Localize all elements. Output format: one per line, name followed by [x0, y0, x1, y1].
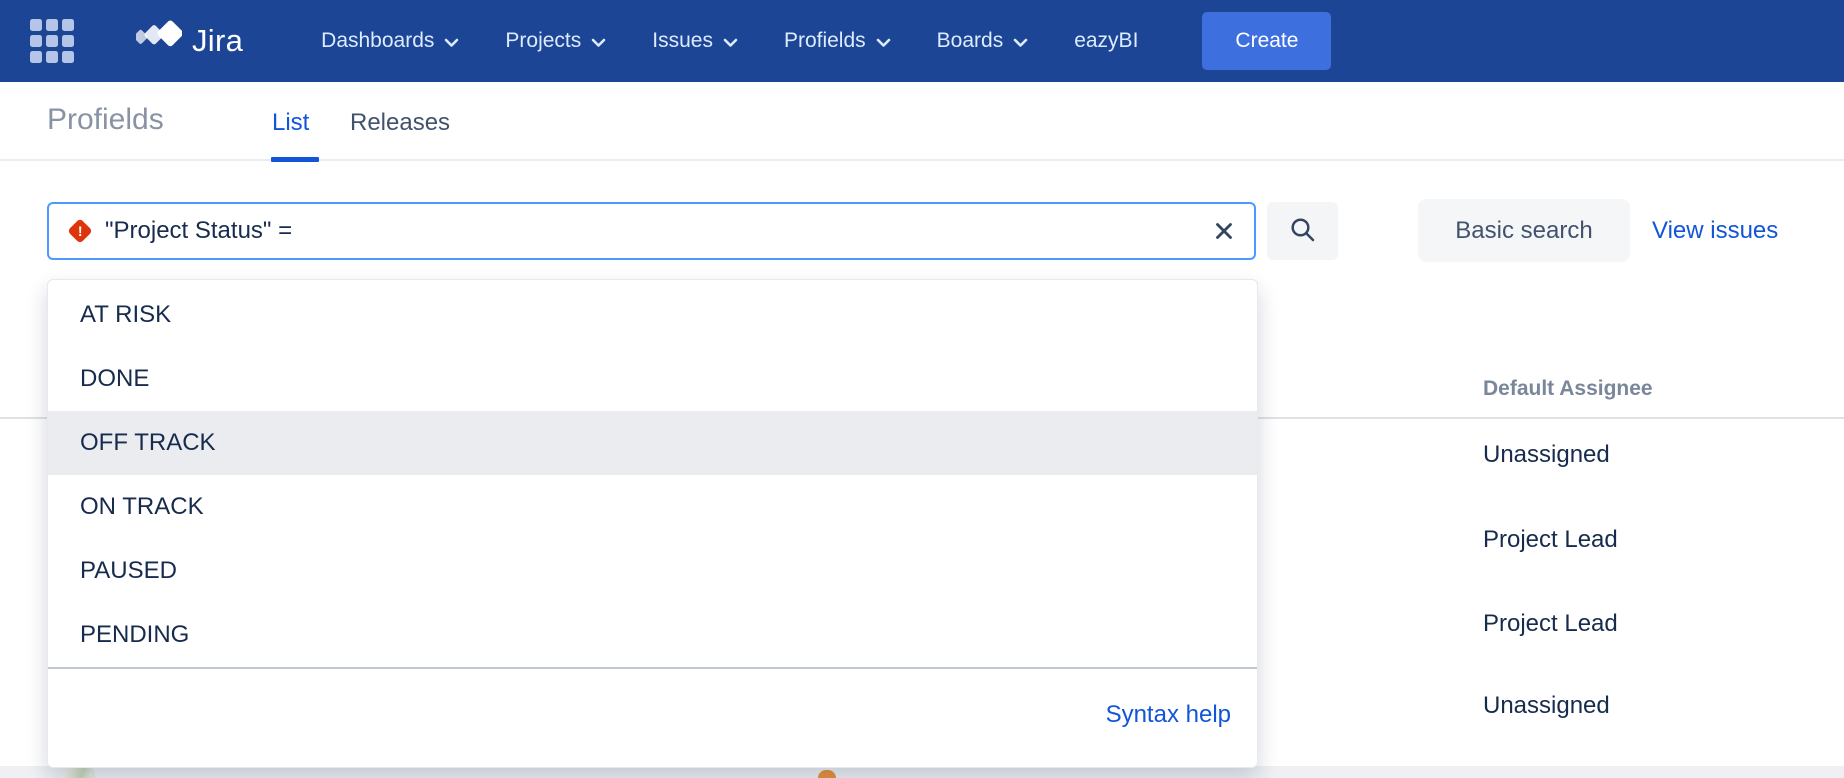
view-issues-link[interactable]: View issues: [1652, 217, 1778, 245]
column-header-default-assignee: Default Assignee: [1483, 377, 1653, 400]
search-icon: [1289, 216, 1316, 246]
table-cell-default-assignee: Project Lead: [1483, 526, 1618, 553]
page: Jira Dashboards Projects Issues Profield…: [0, 0, 1844, 778]
jira-mark-icon: [133, 16, 184, 67]
nav-menu: Dashboards Projects Issues Profields Boa…: [321, 29, 1138, 53]
jql-search-input[interactable]: [105, 217, 1194, 245]
search-button[interactable]: [1267, 202, 1338, 260]
clear-icon[interactable]: [1210, 217, 1238, 245]
dropdown-option-on-track[interactable]: ON TRACK: [48, 475, 1257, 539]
brand-name: Jira: [192, 23, 244, 58]
chevron-down-icon: [591, 35, 606, 48]
basic-search-button[interactable]: Basic search: [1418, 199, 1630, 262]
page-title: Profields: [47, 103, 164, 136]
dropdown-option-pending[interactable]: PENDING: [48, 603, 1257, 667]
dropdown-option-done[interactable]: DONE: [48, 347, 1257, 411]
autocomplete-dropdown: AT RISK DONE OFF TRACK ON TRACK PAUSED P…: [47, 279, 1258, 768]
chevron-down-icon: [1013, 35, 1028, 48]
error-icon: !: [67, 218, 93, 244]
dropdown-option-paused[interactable]: PAUSED: [48, 539, 1257, 603]
table-cell-default-assignee: Unassigned: [1483, 692, 1610, 719]
tab-releases[interactable]: Releases: [350, 109, 450, 137]
jql-search-box[interactable]: !: [47, 202, 1256, 260]
dropdown-option-off-track[interactable]: OFF TRACK: [48, 411, 1257, 475]
syntax-help-link[interactable]: Syntax help: [1106, 701, 1231, 729]
active-tab-underline: [271, 157, 319, 162]
tab-list[interactable]: List: [272, 109, 309, 137]
dropdown-option-at-risk[interactable]: AT RISK: [48, 283, 1257, 347]
chevron-down-icon: [876, 35, 891, 48]
nav-item-eazybi[interactable]: eazyBI: [1074, 29, 1138, 53]
nav-item-profields[interactable]: Profields: [784, 29, 891, 53]
jira-logo[interactable]: Jira: [133, 16, 244, 67]
nav-item-issues[interactable]: Issues: [652, 29, 738, 53]
status-dot-partial-icon: [818, 770, 836, 778]
chevron-down-icon: [444, 35, 459, 48]
table-cell-default-assignee: Unassigned: [1483, 441, 1610, 468]
nav-item-projects[interactable]: Projects: [505, 29, 606, 53]
top-navigation: Jira Dashboards Projects Issues Profield…: [0, 0, 1844, 82]
project-avatar-partial: [62, 768, 95, 778]
app-switcher-icon[interactable]: [30, 19, 74, 63]
create-button[interactable]: Create: [1202, 12, 1332, 70]
chevron-down-icon: [723, 35, 738, 48]
dropdown-footer: Syntax help: [48, 669, 1257, 763]
nav-item-boards[interactable]: Boards: [937, 29, 1029, 53]
nav-item-dashboards[interactable]: Dashboards: [321, 29, 459, 53]
table-cell-default-assignee: Project Lead: [1483, 610, 1618, 637]
